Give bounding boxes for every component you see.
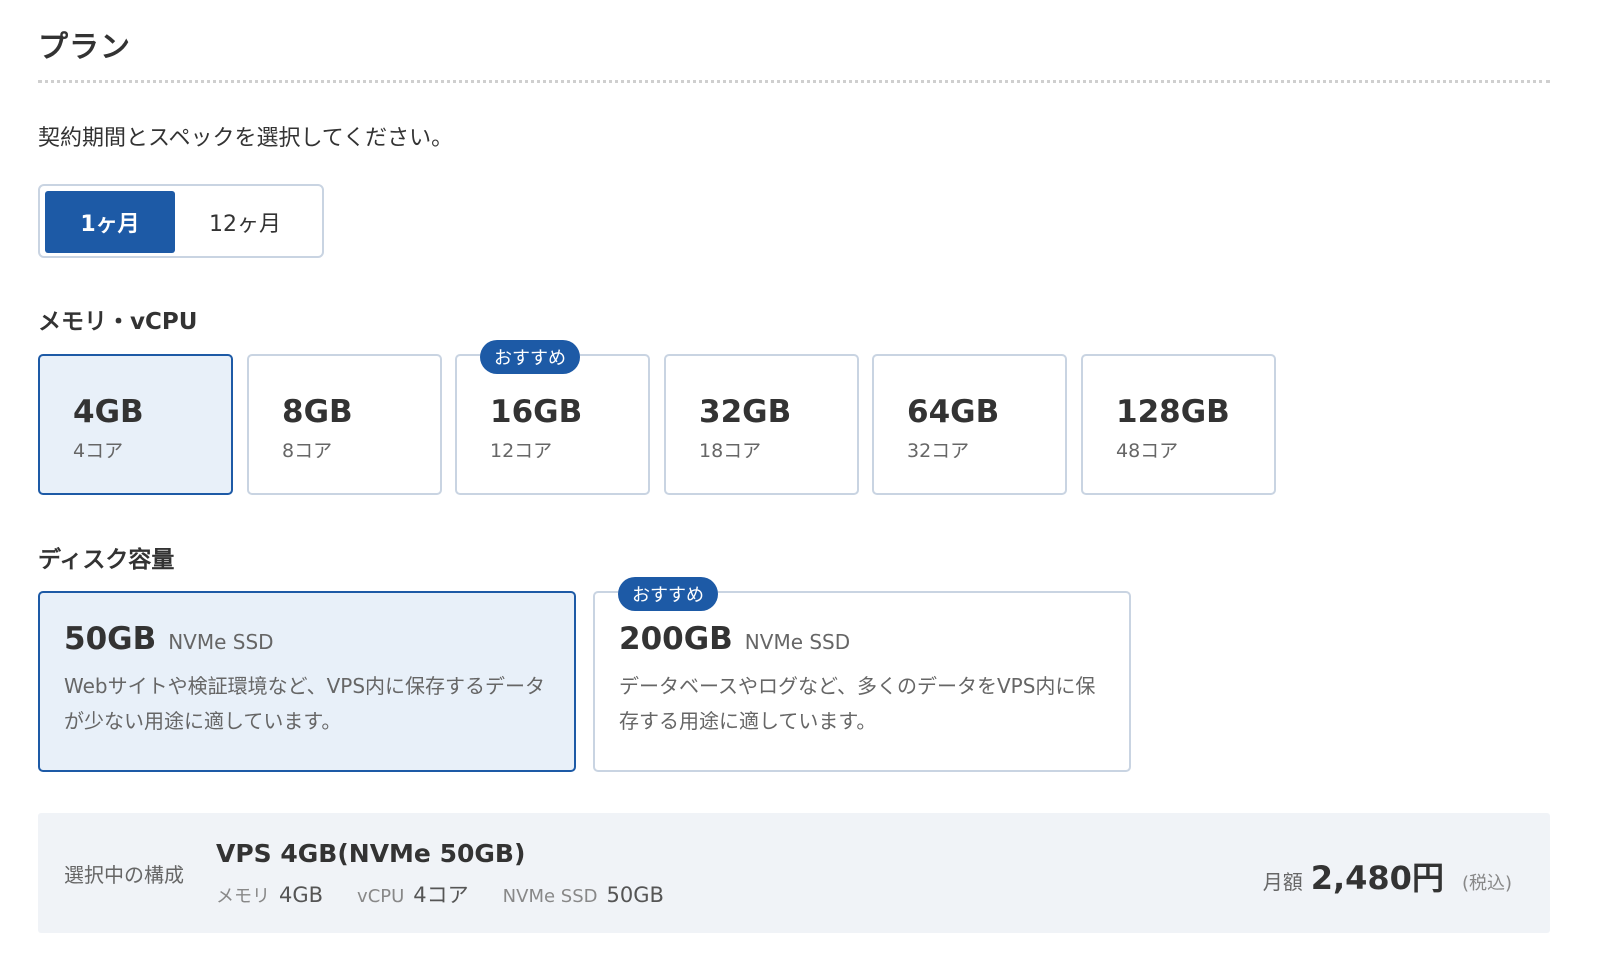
memory-option-cores: 8コア: [282, 440, 333, 462]
summary-label: 選択中の構成: [64, 863, 184, 887]
memory-option-size: 64GB: [907, 394, 1000, 430]
memory-option-size: 8GB: [282, 394, 353, 430]
memory-option-size: 32GB: [699, 394, 792, 430]
recommended-badge: おすすめ: [618, 577, 718, 611]
period-toggle: 1ヶ月 12ヶ月: [38, 184, 324, 258]
memory-option-size: 16GB: [490, 394, 583, 430]
disk-section-label: ディスク容量: [38, 547, 175, 573]
page-description: 契約期間とスペックを選択してください。: [38, 126, 454, 151]
spec-disk-key: NVMe SSD: [502, 886, 598, 907]
recommended-badge: おすすめ: [480, 340, 580, 374]
disk-option-50gb[interactable]: 50GB NVMe SSD Webサイトや検証環境など、VPS内に保存するデータ…: [38, 591, 576, 772]
memory-option-cores: 32コア: [907, 440, 970, 462]
spec-vcpu-value: 4コア: [413, 883, 469, 907]
memory-option-cores: 48コア: [1116, 440, 1179, 462]
price-label: 月額: [1262, 870, 1303, 894]
spec-vcpu-key: vCPU: [357, 886, 405, 907]
spec-memory-key: メモリ: [216, 886, 270, 907]
spec-memory-value: 4GB: [279, 883, 324, 907]
memory-option-cores: 18コア: [699, 440, 762, 462]
price-value: 2,480円: [1310, 859, 1444, 897]
period-option-1-month[interactable]: 1ヶ月: [45, 191, 175, 253]
memory-option-16gb[interactable]: 16GB 12コア: [455, 354, 650, 495]
price-block: 月額 2,480円 (税込): [1263, 853, 1512, 899]
memory-option-size: 4GB: [73, 394, 144, 430]
disk-option-size: 200GB: [619, 621, 733, 657]
summary-title: VPS 4GB(NVMe 50GB): [216, 839, 526, 868]
selected-configuration-panel: 選択中の構成 VPS 4GB(NVMe 50GB) メモリ 4GB vCPU 4…: [38, 813, 1550, 933]
disk-option-type: NVMe SSD: [168, 630, 274, 654]
disk-option-size: 50GB: [64, 621, 157, 657]
memory-option-128gb[interactable]: 128GB 48コア: [1081, 354, 1276, 495]
memory-option-4gb[interactable]: 4GB 4コア: [38, 354, 233, 495]
spec-disk-value: 50GB: [606, 883, 664, 907]
memory-option-64gb[interactable]: 64GB 32コア: [872, 354, 1067, 495]
disk-option-description: データベースやログなど、多くのデータをVPS内に保存する用途に適しています。: [619, 674, 1096, 733]
disk-option-type: NVMe SSD: [744, 630, 851, 654]
page-title: プラン: [38, 30, 131, 65]
disk-option-description: Webサイトや検証環境など、VPS内に保存するデータが少ない用途に適しています。: [64, 674, 546, 733]
memory-option-cores: 12コア: [490, 440, 553, 462]
period-option-12-months[interactable]: 12ヶ月: [180, 191, 310, 253]
memory-option-size: 128GB: [1116, 394, 1230, 430]
memory-section-label: メモリ・vCPU: [38, 309, 198, 335]
memory-option-8gb[interactable]: 8GB 8コア: [247, 354, 442, 495]
price-tax-note: (税込): [1461, 873, 1512, 894]
memory-option-32gb[interactable]: 32GB 18コア: [664, 354, 859, 495]
memory-option-cores: 4コア: [73, 440, 124, 462]
disk-option-200gb[interactable]: 200GB NVMe SSD データベースやログなど、多くのデータをVPS内に保…: [593, 591, 1131, 772]
title-divider: [38, 80, 1550, 83]
summary-specs: メモリ 4GB vCPU 4コア NVMe SSD 50GB: [216, 879, 698, 909]
